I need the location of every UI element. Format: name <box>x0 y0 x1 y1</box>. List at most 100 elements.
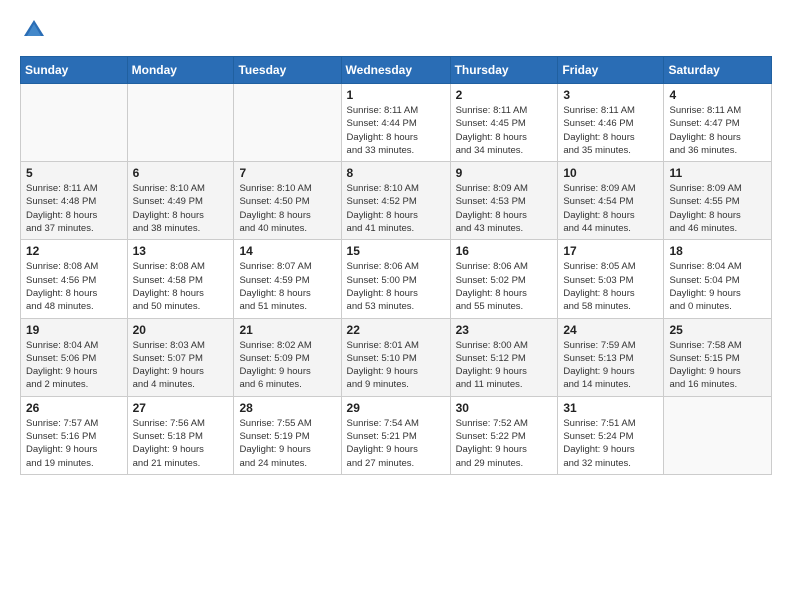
day-info: Sunrise: 7:56 AM Sunset: 5:18 PM Dayligh… <box>133 417 229 470</box>
day-info: Sunrise: 8:06 AM Sunset: 5:00 PM Dayligh… <box>347 260 445 313</box>
calendar-cell <box>127 84 234 162</box>
day-info: Sunrise: 8:10 AM Sunset: 4:49 PM Dayligh… <box>133 182 229 235</box>
day-number: 5 <box>26 166 122 180</box>
calendar-cell <box>234 84 341 162</box>
calendar-cell: 8Sunrise: 8:10 AM Sunset: 4:52 PM Daylig… <box>341 162 450 240</box>
calendar-cell: 4 Sunrise: 8:11 AM Sunset: 4:47 PM Daylig… <box>664 84 772 162</box>
day-info: Sunrise: 8:07 AM Sunset: 4:59 PM Dayligh… <box>239 260 335 313</box>
weekday-header-thursday: Thursday <box>450 57 558 84</box>
calendar-cell: 5 Sunrise: 8:11 AM Sunset: 4:48 PM Daylig… <box>21 162 128 240</box>
day-info: Sunrise: 8:08 AM Sunset: 4:56 PM Dayligh… <box>26 260 122 313</box>
day-info: Sunrise: 8:02 AM Sunset: 5:09 PM Dayligh… <box>239 339 335 392</box>
calendar-cell: 18Sunrise: 8:04 AM Sunset: 5:04 PM Dayli… <box>664 240 772 318</box>
day-info: Sunrise: 7:57 AM Sunset: 5:16 PM Dayligh… <box>26 417 122 470</box>
day-number: 15 <box>347 244 445 258</box>
day-info: Sunrise: 8:04 AM Sunset: 5:06 PM Dayligh… <box>26 339 122 392</box>
calendar-cell: 31 Sunrise: 7:51 AM Sunset: 5:24 PM Dayli… <box>558 396 664 474</box>
calendar-cell: 27 Sunrise: 7:56 AM Sunset: 5:18 PM Dayli… <box>127 396 234 474</box>
calendar-cell: 2 Sunrise: 8:11 AM Sunset: 4:45 PM Daylig… <box>450 84 558 162</box>
day-number: 22 <box>347 323 445 337</box>
calendar-cell: 28Sunrise: 7:55 AM Sunset: 5:19 PM Dayli… <box>234 396 341 474</box>
calendar-cell: 29 Sunrise: 7:54 AM Sunset: 5:21 PM Dayli… <box>341 396 450 474</box>
day-info: Sunrise: 8:06 AM Sunset: 5:02 PM Dayligh… <box>456 260 553 313</box>
day-number: 10 <box>563 166 658 180</box>
calendar-cell: 14 Sunrise: 8:07 AM Sunset: 4:59 PM Dayli… <box>234 240 341 318</box>
day-info: Sunrise: 8:11 AM Sunset: 4:48 PM Dayligh… <box>26 182 122 235</box>
calendar-cell: 23 Sunrise: 8:00 AM Sunset: 5:12 PM Dayli… <box>450 318 558 396</box>
calendar-cell: 17 Sunrise: 8:05 AM Sunset: 5:03 PM Dayli… <box>558 240 664 318</box>
calendar-cell: 26Sunrise: 7:57 AM Sunset: 5:16 PM Dayli… <box>21 396 128 474</box>
day-info: Sunrise: 8:11 AM Sunset: 4:47 PM Dayligh… <box>669 104 766 157</box>
day-info: Sunrise: 7:51 AM Sunset: 5:24 PM Dayligh… <box>563 417 658 470</box>
day-number: 6 <box>133 166 229 180</box>
day-number: 4 <box>669 88 766 102</box>
day-number: 3 <box>563 88 658 102</box>
calendar-cell: 30Sunrise: 7:52 AM Sunset: 5:22 PM Dayli… <box>450 396 558 474</box>
calendar-cell: 20 Sunrise: 8:03 AM Sunset: 5:07 PM Dayli… <box>127 318 234 396</box>
day-info: Sunrise: 8:08 AM Sunset: 4:58 PM Dayligh… <box>133 260 229 313</box>
weekday-header-saturday: Saturday <box>664 57 772 84</box>
day-number: 17 <box>563 244 658 258</box>
logo-icon <box>20 16 48 44</box>
calendar-cell: 24Sunrise: 7:59 AM Sunset: 5:13 PM Dayli… <box>558 318 664 396</box>
day-info: Sunrise: 8:11 AM Sunset: 4:46 PM Dayligh… <box>563 104 658 157</box>
day-info: Sunrise: 8:03 AM Sunset: 5:07 PM Dayligh… <box>133 339 229 392</box>
day-number: 12 <box>26 244 122 258</box>
day-number: 14 <box>239 244 335 258</box>
calendar-cell <box>21 84 128 162</box>
day-number: 16 <box>456 244 553 258</box>
day-info: Sunrise: 8:09 AM Sunset: 4:54 PM Dayligh… <box>563 182 658 235</box>
logo <box>20 16 52 44</box>
calendar-cell: 10 Sunrise: 8:09 AM Sunset: 4:54 PM Dayli… <box>558 162 664 240</box>
day-info: Sunrise: 8:09 AM Sunset: 4:55 PM Dayligh… <box>669 182 766 235</box>
calendar-cell <box>664 396 772 474</box>
day-number: 25 <box>669 323 766 337</box>
day-number: 8 <box>347 166 445 180</box>
day-number: 30 <box>456 401 553 415</box>
day-info: Sunrise: 7:54 AM Sunset: 5:21 PM Dayligh… <box>347 417 445 470</box>
weekday-header-wednesday: Wednesday <box>341 57 450 84</box>
day-number: 23 <box>456 323 553 337</box>
day-number: 9 <box>456 166 553 180</box>
day-number: 20 <box>133 323 229 337</box>
day-info: Sunrise: 8:05 AM Sunset: 5:03 PM Dayligh… <box>563 260 658 313</box>
week-row-4: 19 Sunrise: 8:04 AM Sunset: 5:06 PM Dayli… <box>21 318 772 396</box>
day-number: 29 <box>347 401 445 415</box>
calendar-cell: 11 Sunrise: 8:09 AM Sunset: 4:55 PM Dayli… <box>664 162 772 240</box>
calendar-cell: 21 Sunrise: 8:02 AM Sunset: 5:09 PM Dayli… <box>234 318 341 396</box>
day-number: 2 <box>456 88 553 102</box>
day-info: Sunrise: 8:11 AM Sunset: 4:45 PM Dayligh… <box>456 104 553 157</box>
calendar-cell: 12 Sunrise: 8:08 AM Sunset: 4:56 PM Dayli… <box>21 240 128 318</box>
week-row-5: 26Sunrise: 7:57 AM Sunset: 5:16 PM Dayli… <box>21 396 772 474</box>
week-row-1: 1Sunrise: 8:11 AM Sunset: 4:44 PM Daylig… <box>21 84 772 162</box>
day-number: 31 <box>563 401 658 415</box>
weekday-header-tuesday: Tuesday <box>234 57 341 84</box>
day-number: 24 <box>563 323 658 337</box>
weekday-header-row: SundayMondayTuesdayWednesdayThursdayFrid… <box>21 57 772 84</box>
calendar-cell: 13 Sunrise: 8:08 AM Sunset: 4:58 PM Dayli… <box>127 240 234 318</box>
calendar-cell: 7Sunrise: 8:10 AM Sunset: 4:50 PM Daylig… <box>234 162 341 240</box>
day-number: 21 <box>239 323 335 337</box>
calendar: SundayMondayTuesdayWednesdayThursdayFrid… <box>20 56 772 475</box>
calendar-cell: 25 Sunrise: 7:58 AM Sunset: 5:15 PM Dayli… <box>664 318 772 396</box>
page: SundayMondayTuesdayWednesdayThursdayFrid… <box>0 0 792 612</box>
day-info: Sunrise: 8:10 AM Sunset: 4:50 PM Dayligh… <box>239 182 335 235</box>
weekday-header-monday: Monday <box>127 57 234 84</box>
calendar-cell: 22 Sunrise: 8:01 AM Sunset: 5:10 PM Dayli… <box>341 318 450 396</box>
day-number: 18 <box>669 244 766 258</box>
day-info: Sunrise: 8:01 AM Sunset: 5:10 PM Dayligh… <box>347 339 445 392</box>
day-number: 13 <box>133 244 229 258</box>
day-number: 27 <box>133 401 229 415</box>
day-number: 19 <box>26 323 122 337</box>
week-row-3: 12 Sunrise: 8:08 AM Sunset: 4:56 PM Dayli… <box>21 240 772 318</box>
day-number: 1 <box>347 88 445 102</box>
day-info: Sunrise: 7:58 AM Sunset: 5:15 PM Dayligh… <box>669 339 766 392</box>
calendar-cell: 19 Sunrise: 8:04 AM Sunset: 5:06 PM Dayli… <box>21 318 128 396</box>
calendar-cell: 3 Sunrise: 8:11 AM Sunset: 4:46 PM Daylig… <box>558 84 664 162</box>
day-info: Sunrise: 8:00 AM Sunset: 5:12 PM Dayligh… <box>456 339 553 392</box>
calendar-cell: 16 Sunrise: 8:06 AM Sunset: 5:02 PM Dayli… <box>450 240 558 318</box>
calendar-cell: 6 Sunrise: 8:10 AM Sunset: 4:49 PM Daylig… <box>127 162 234 240</box>
day-info: Sunrise: 7:55 AM Sunset: 5:19 PM Dayligh… <box>239 417 335 470</box>
weekday-header-friday: Friday <box>558 57 664 84</box>
day-number: 11 <box>669 166 766 180</box>
